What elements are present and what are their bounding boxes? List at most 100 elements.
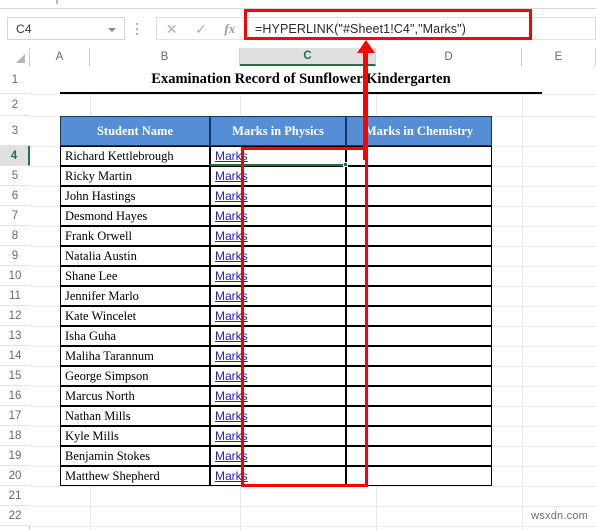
fill-handle[interactable] (343, 162, 348, 167)
row-header-10[interactable]: 10 (0, 266, 30, 286)
physics-hyperlink-cell[interactable]: Marks (210, 426, 346, 446)
student-name-cell[interactable]: Ricky Martin (60, 166, 210, 186)
physics-hyperlink-cell[interactable]: Marks (210, 206, 346, 226)
chemistry-cell[interactable] (346, 326, 492, 346)
marks-hyperlink[interactable]: Marks (215, 149, 248, 163)
student-name-cell[interactable]: Nathan Mills (60, 406, 210, 426)
row-header-2[interactable]: 2 (0, 94, 30, 116)
chemistry-cell[interactable] (346, 186, 492, 206)
row-header-15[interactable]: 15 (0, 366, 30, 386)
physics-hyperlink-cell[interactable]: Marks (210, 386, 346, 406)
row-header-22[interactable]: 22 (0, 506, 30, 526)
chemistry-cell[interactable] (346, 246, 492, 266)
cancel-icon[interactable]: ✕ (166, 22, 178, 36)
physics-hyperlink-cell[interactable]: Marks (210, 326, 346, 346)
physics-hyperlink-cell[interactable]: Marks (210, 286, 346, 306)
student-name-cell[interactable]: Kyle Mills (60, 426, 210, 446)
marks-hyperlink[interactable]: Marks (215, 189, 248, 203)
chemistry-cell[interactable] (346, 426, 492, 446)
row-header-11[interactable]: 11 (0, 286, 30, 306)
student-name-cell[interactable]: Shane Lee (60, 266, 210, 286)
physics-hyperlink-cell[interactable]: Marks (210, 146, 346, 166)
row-header-8[interactable]: 8 (0, 226, 30, 246)
student-name-cell[interactable]: John Hastings (60, 186, 210, 206)
physics-hyperlink-cell[interactable]: Marks (210, 306, 346, 326)
student-name-cell[interactable]: Matthew Shepherd (60, 466, 210, 486)
chemistry-cell[interactable] (346, 266, 492, 286)
student-name-cell[interactable]: Kate Wincelet (60, 306, 210, 326)
physics-hyperlink-cell[interactable]: Marks (210, 226, 346, 246)
student-name-cell[interactable]: Natalia Austin (60, 246, 210, 266)
column-header-a[interactable]: A (30, 48, 90, 66)
column-header-c[interactable]: C (240, 48, 376, 66)
chemistry-cell[interactable] (346, 346, 492, 366)
physics-hyperlink-cell[interactable]: Marks (210, 446, 346, 466)
student-name-cell[interactable]: Benjamin Stokes (60, 446, 210, 466)
marks-hyperlink[interactable]: Marks (215, 269, 248, 283)
row-header-5[interactable]: 5 (0, 166, 30, 186)
student-name-cell[interactable]: Richard Kettlebrough (60, 146, 210, 166)
table-column-header[interactable]: Marks in Physics (210, 116, 346, 146)
row-header-6[interactable]: 6 (0, 186, 30, 206)
row-header-7[interactable]: 7 (0, 206, 30, 226)
marks-hyperlink[interactable]: Marks (215, 329, 248, 343)
student-name-cell[interactable]: Isha Guha (60, 326, 210, 346)
physics-hyperlink-cell[interactable]: Marks (210, 266, 346, 286)
row-header-13[interactable]: 13 (0, 326, 30, 346)
chemistry-cell[interactable] (346, 386, 492, 406)
formula-input[interactable]: =HYPERLINK("#Sheet1!C4","Marks") (244, 17, 532, 40)
chemistry-cell[interactable] (346, 366, 492, 386)
student-name-cell[interactable]: Jennifer Marlo (60, 286, 210, 306)
student-name-cell[interactable]: Maliha Tarannum (60, 346, 210, 366)
row-header-20[interactable]: 20 (0, 466, 30, 486)
column-header-d[interactable]: D (376, 48, 522, 66)
marks-hyperlink[interactable]: Marks (215, 469, 248, 483)
marks-hyperlink[interactable]: Marks (215, 349, 248, 363)
row-header-17[interactable]: 17 (0, 406, 30, 426)
physics-hyperlink-cell[interactable]: Marks (210, 186, 346, 206)
insert-function-icon[interactable]: fx (224, 21, 235, 37)
confirm-icon[interactable]: ✓ (195, 22, 207, 36)
chevron-down-icon[interactable] (108, 27, 116, 32)
chemistry-cell[interactable] (346, 166, 492, 186)
marks-hyperlink[interactable]: Marks (215, 389, 248, 403)
student-name-cell[interactable]: George Simpson (60, 366, 210, 386)
column-header-e[interactable]: E (522, 48, 596, 66)
marks-hyperlink[interactable]: Marks (215, 309, 248, 323)
chemistry-cell[interactable] (346, 226, 492, 246)
marks-hyperlink[interactable]: Marks (215, 449, 248, 463)
row-header-16[interactable]: 16 (0, 386, 30, 406)
chemistry-cell[interactable] (346, 466, 492, 486)
row-header-9[interactable]: 9 (0, 246, 30, 266)
row-header-12[interactable]: 12 (0, 306, 30, 326)
formula-bar-grip[interactable] (136, 23, 139, 35)
physics-hyperlink-cell[interactable]: Marks (210, 166, 346, 186)
student-name-cell[interactable]: Frank Orwell (60, 226, 210, 246)
physics-hyperlink-cell[interactable]: Marks (210, 366, 346, 386)
row-header-18[interactable]: 18 (0, 426, 30, 446)
sheet-title-cell[interactable]: Examination Record of Sunflower Kinderga… (60, 66, 542, 94)
chemistry-cell[interactable] (346, 446, 492, 466)
chemistry-cell[interactable] (346, 406, 492, 426)
marks-hyperlink[interactable]: Marks (215, 229, 248, 243)
physics-hyperlink-cell[interactable]: Marks (210, 406, 346, 426)
column-header-b[interactable]: B (90, 48, 240, 66)
name-box[interactable]: C4 (7, 17, 125, 40)
chemistry-cell[interactable] (346, 206, 492, 226)
table-column-header[interactable]: Student Name (60, 116, 210, 146)
physics-hyperlink-cell[interactable]: Marks (210, 466, 346, 486)
student-name-cell[interactable]: Marcus North (60, 386, 210, 406)
marks-hyperlink[interactable]: Marks (215, 429, 248, 443)
marks-hyperlink[interactable]: Marks (215, 289, 248, 303)
marks-hyperlink[interactable]: Marks (215, 369, 248, 383)
marks-hyperlink[interactable]: Marks (215, 249, 248, 263)
marks-hyperlink[interactable]: Marks (215, 209, 248, 223)
student-name-cell[interactable]: Desmond Hayes (60, 206, 210, 226)
physics-hyperlink-cell[interactable]: Marks (210, 246, 346, 266)
marks-hyperlink[interactable]: Marks (215, 409, 248, 423)
chemistry-cell[interactable] (346, 286, 492, 306)
row-header-1[interactable]: 1 (0, 66, 30, 94)
row-header-4[interactable]: 4 (0, 146, 30, 166)
row-header-14[interactable]: 14 (0, 346, 30, 366)
marks-hyperlink[interactable]: Marks (215, 169, 248, 183)
